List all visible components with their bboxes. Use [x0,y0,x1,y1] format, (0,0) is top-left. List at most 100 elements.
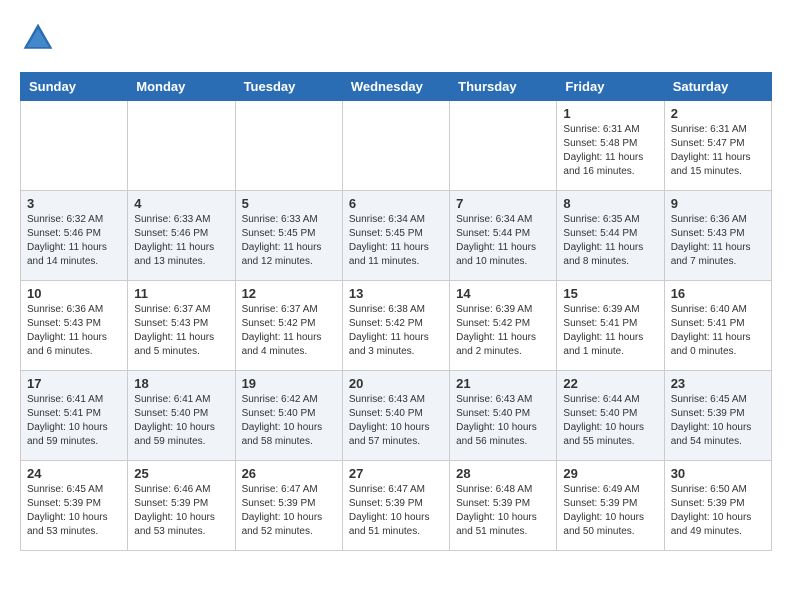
week-row-5: 24 Sunrise: 6:45 AM Sunset: 5:39 PM Dayli… [21,461,772,551]
calendar-cell: 23 Sunrise: 6:45 AM Sunset: 5:39 PM Dayli… [664,371,771,461]
day-info: Sunrise: 6:31 AM Sunset: 5:47 PM Dayligh… [671,123,765,179]
day-number: 6 [349,196,443,211]
calendar-cell: 21 Sunrise: 6:43 AM Sunset: 5:40 PM Dayli… [450,371,557,461]
day-info: Sunrise: 6:37 AM Sunset: 5:43 PM Dayligh… [134,303,228,359]
calendar-cell: 26 Sunrise: 6:47 AM Sunset: 5:39 PM Dayli… [235,461,342,551]
calendar-cell: 14 Sunrise: 6:39 AM Sunset: 5:42 PM Dayli… [450,281,557,371]
day-info: Sunrise: 6:37 AM Sunset: 5:42 PM Dayligh… [242,303,336,359]
day-number: 18 [134,376,228,391]
day-info: Sunrise: 6:41 AM Sunset: 5:41 PM Dayligh… [27,393,121,449]
header [20,20,772,56]
weekday-header-monday: Monday [128,73,235,101]
day-info: Sunrise: 6:47 AM Sunset: 5:39 PM Dayligh… [349,483,443,539]
day-info: Sunrise: 6:43 AM Sunset: 5:40 PM Dayligh… [456,393,550,449]
calendar-table: SundayMondayTuesdayWednesdayThursdayFrid… [20,72,772,551]
day-info: Sunrise: 6:39 AM Sunset: 5:41 PM Dayligh… [563,303,657,359]
day-number: 21 [456,376,550,391]
day-number: 8 [563,196,657,211]
day-info: Sunrise: 6:39 AM Sunset: 5:42 PM Dayligh… [456,303,550,359]
day-number: 25 [134,466,228,481]
day-number: 29 [563,466,657,481]
day-info: Sunrise: 6:50 AM Sunset: 5:39 PM Dayligh… [671,483,765,539]
calendar-cell: 9 Sunrise: 6:36 AM Sunset: 5:43 PM Daylig… [664,191,771,281]
calendar-cell [235,101,342,191]
day-info: Sunrise: 6:34 AM Sunset: 5:45 PM Dayligh… [349,213,443,269]
calendar-cell: 2 Sunrise: 6:31 AM Sunset: 5:47 PM Daylig… [664,101,771,191]
calendar-cell: 18 Sunrise: 6:41 AM Sunset: 5:40 PM Dayli… [128,371,235,461]
day-number: 14 [456,286,550,301]
day-info: Sunrise: 6:33 AM Sunset: 5:45 PM Dayligh… [242,213,336,269]
weekday-header-thursday: Thursday [450,73,557,101]
day-info: Sunrise: 6:32 AM Sunset: 5:46 PM Dayligh… [27,213,121,269]
day-number: 1 [563,106,657,121]
calendar-cell: 29Sunrise: 6:49 AM Sunset: 5:39 PM Dayli… [557,461,664,551]
day-info: Sunrise: 6:45 AM Sunset: 5:39 PM Dayligh… [27,483,121,539]
calendar-cell: 13 Sunrise: 6:38 AM Sunset: 5:42 PM Dayli… [342,281,449,371]
day-info: Sunrise: 6:47 AM Sunset: 5:39 PM Dayligh… [242,483,336,539]
weekday-header-friday: Friday [557,73,664,101]
day-info: Sunrise: 6:38 AM Sunset: 5:42 PM Dayligh… [349,303,443,359]
calendar-cell: 1 Sunrise: 6:31 AM Sunset: 5:48 PM Daylig… [557,101,664,191]
day-info: Sunrise: 6:46 AM Sunset: 5:39 PM Dayligh… [134,483,228,539]
day-number: 10 [27,286,121,301]
weekday-header-wednesday: Wednesday [342,73,449,101]
day-info: Sunrise: 6:40 AM Sunset: 5:41 PM Dayligh… [671,303,765,359]
calendar-cell: 11 Sunrise: 6:37 AM Sunset: 5:43 PM Dayli… [128,281,235,371]
calendar-cell: 20Sunrise: 6:43 AM Sunset: 5:40 PM Dayli… [342,371,449,461]
day-info: Sunrise: 6:36 AM Sunset: 5:43 PM Dayligh… [27,303,121,359]
calendar-cell [450,101,557,191]
day-number: 24 [27,466,121,481]
day-number: 7 [456,196,550,211]
day-info: Sunrise: 6:45 AM Sunset: 5:39 PM Dayligh… [671,393,765,449]
logo [20,20,62,56]
day-number: 19 [242,376,336,391]
calendar-cell: 4 Sunrise: 6:33 AM Sunset: 5:46 PM Daylig… [128,191,235,281]
day-info: Sunrise: 6:36 AM Sunset: 5:43 PM Dayligh… [671,213,765,269]
weekday-header-sunday: Sunday [21,73,128,101]
calendar-cell: 8 Sunrise: 6:35 AM Sunset: 5:44 PM Daylig… [557,191,664,281]
day-number: 16 [671,286,765,301]
day-number: 17 [27,376,121,391]
week-row-3: 10 Sunrise: 6:36 AM Sunset: 5:43 PM Dayli… [21,281,772,371]
day-number: 13 [349,286,443,301]
calendar-cell: 25 Sunrise: 6:46 AM Sunset: 5:39 PM Dayli… [128,461,235,551]
day-number: 23 [671,376,765,391]
day-number: 15 [563,286,657,301]
calendar-cell: 6 Sunrise: 6:34 AM Sunset: 5:45 PM Daylig… [342,191,449,281]
calendar-cell: 24 Sunrise: 6:45 AM Sunset: 5:39 PM Dayli… [21,461,128,551]
day-info: Sunrise: 6:33 AM Sunset: 5:46 PM Dayligh… [134,213,228,269]
day-info: Sunrise: 6:48 AM Sunset: 5:39 PM Dayligh… [456,483,550,539]
day-number: 27 [349,466,443,481]
weekday-header-saturday: Saturday [664,73,771,101]
calendar-cell: 22 Sunrise: 6:44 AM Sunset: 5:40 PM Dayli… [557,371,664,461]
calendar-cell: 5 Sunrise: 6:33 AM Sunset: 5:45 PM Daylig… [235,191,342,281]
week-row-4: 17 Sunrise: 6:41 AM Sunset: 5:41 PM Dayli… [21,371,772,461]
calendar-cell: 10 Sunrise: 6:36 AM Sunset: 5:43 PM Dayli… [21,281,128,371]
calendar-cell [21,101,128,191]
calendar-cell [128,101,235,191]
weekday-header-tuesday: Tuesday [235,73,342,101]
logo-icon [20,20,56,56]
day-number: 2 [671,106,765,121]
day-number: 20 [349,376,443,391]
day-info: Sunrise: 6:35 AM Sunset: 5:44 PM Dayligh… [563,213,657,269]
day-number: 26 [242,466,336,481]
calendar-cell: 27 Sunrise: 6:47 AM Sunset: 5:39 PM Dayli… [342,461,449,551]
day-number: 5 [242,196,336,211]
day-number: 4 [134,196,228,211]
day-number: 9 [671,196,765,211]
calendar-cell: 30Sunrise: 6:50 AM Sunset: 5:39 PM Dayli… [664,461,771,551]
day-info: Sunrise: 6:41 AM Sunset: 5:40 PM Dayligh… [134,393,228,449]
day-info: Sunrise: 6:31 AM Sunset: 5:48 PM Dayligh… [563,123,657,179]
calendar-cell: 16 Sunrise: 6:40 AM Sunset: 5:41 PM Dayli… [664,281,771,371]
week-row-2: 3 Sunrise: 6:32 AM Sunset: 5:46 PM Daylig… [21,191,772,281]
week-row-1: 1 Sunrise: 6:31 AM Sunset: 5:48 PM Daylig… [21,101,772,191]
day-number: 22 [563,376,657,391]
calendar-cell: 28Sunrise: 6:48 AM Sunset: 5:39 PM Dayli… [450,461,557,551]
day-number: 3 [27,196,121,211]
day-number: 11 [134,286,228,301]
day-info: Sunrise: 6:34 AM Sunset: 5:44 PM Dayligh… [456,213,550,269]
day-info: Sunrise: 6:44 AM Sunset: 5:40 PM Dayligh… [563,393,657,449]
weekday-header-row: SundayMondayTuesdayWednesdayThursdayFrid… [21,73,772,101]
calendar-cell: 17 Sunrise: 6:41 AM Sunset: 5:41 PM Dayli… [21,371,128,461]
